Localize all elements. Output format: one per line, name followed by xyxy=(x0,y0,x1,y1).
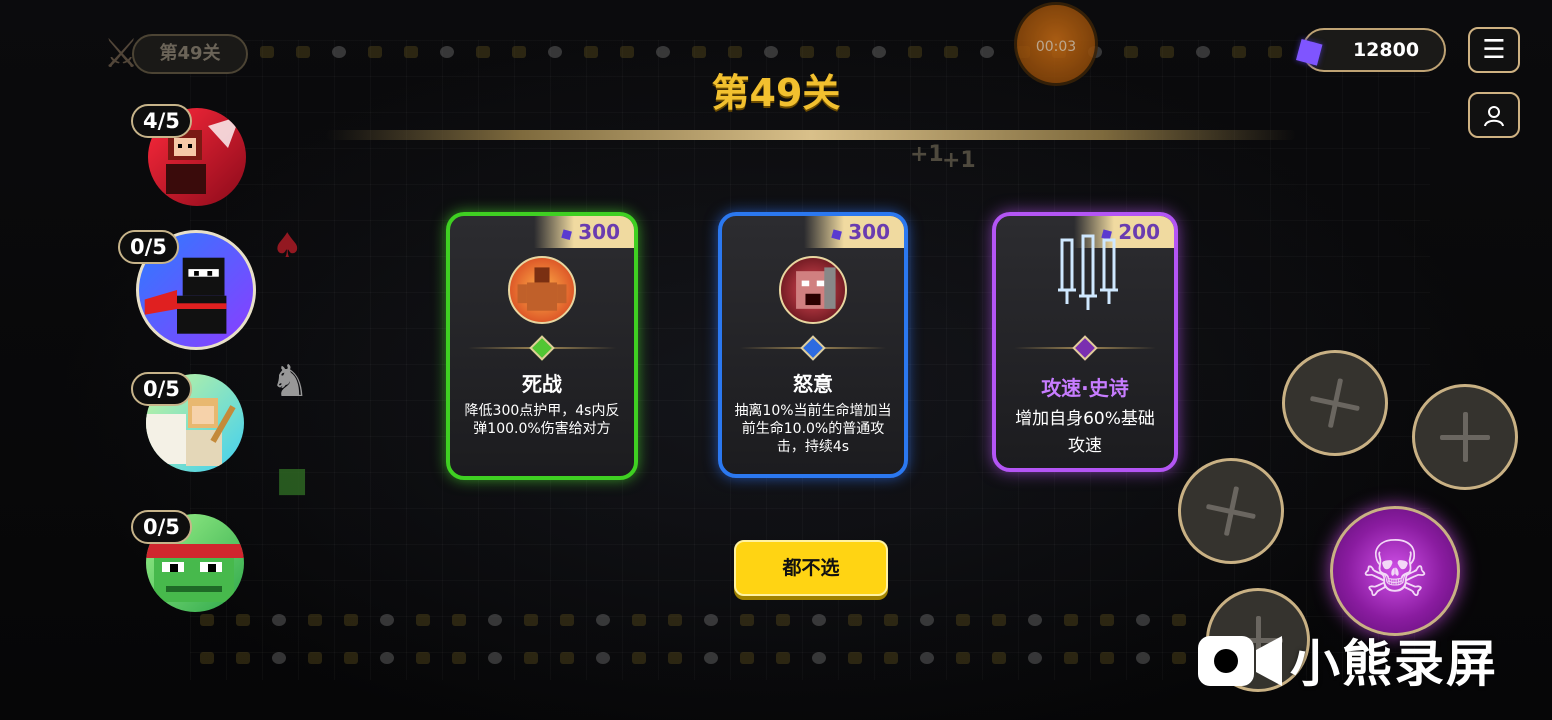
card-cost-value: 300 xyxy=(578,220,620,244)
recorder-watermark: 小熊录屏 xyxy=(1196,620,1516,700)
rarity-diamond-icon xyxy=(1072,335,1098,361)
hero-count-frog: 0/5 xyxy=(131,510,192,544)
skill-slot-2[interactable] xyxy=(1412,384,1518,490)
timer: 00:03 xyxy=(1014,2,1098,86)
card-cost-value: 200 xyxy=(1118,220,1160,244)
skill-card-2[interactable]: ◆ 300 怒意 抽离10%当前生命增加当前生命10.0%的普通攻击，持续4s xyxy=(718,212,908,478)
skip-button[interactable]: 都不选 xyxy=(734,540,888,596)
rarity-diamond-icon xyxy=(529,335,555,361)
rage-face-icon xyxy=(779,256,847,324)
profile-button[interactable] xyxy=(1468,92,1520,138)
video-camera-icon xyxy=(1198,636,1282,686)
stage-title: 第49关 xyxy=(711,71,841,115)
ultimate-skull-button[interactable]: ☠ xyxy=(1330,506,1460,636)
gem-icon: ◆ xyxy=(825,222,846,245)
board-decoration-bottom xyxy=(200,614,1200,628)
hero-count-angel: 0/5 xyxy=(131,372,192,406)
gem-icon: ◆ xyxy=(555,222,576,245)
currency-display: 12800 ◆ xyxy=(1283,22,1446,78)
floating-text: +1 xyxy=(942,148,976,173)
skill-card-1[interactable]: ◆ 300 死战 降低300点护甲，4s内反弹100.0%伤害给对方 xyxy=(446,212,638,480)
red-hood-unit-icon: ♠ xyxy=(272,226,303,266)
level-badge: ⚔ 第49关 xyxy=(92,28,256,77)
skill-description: 抽离10%当前生命增加当前生命10.0%的普通攻击，持续4s xyxy=(734,403,892,455)
card-cost: ◆ 300 xyxy=(534,216,634,248)
board-decoration-top xyxy=(260,46,1400,60)
board-decoration-bottom-2 xyxy=(200,652,1200,666)
hero-count-red-hood: 4/5 xyxy=(131,104,192,138)
title-divider xyxy=(326,130,1296,140)
skull-icon: ☠ xyxy=(1360,525,1430,615)
card-cost-value: 300 xyxy=(848,220,890,244)
menu-icon: ☰ xyxy=(1482,35,1506,65)
hero-count-ninja: 0/5 xyxy=(118,230,179,264)
triple-sword-icon xyxy=(1058,234,1118,310)
skill-name: 攻速·史诗 xyxy=(1041,376,1129,400)
level-badge-label: 第49关 xyxy=(132,34,248,74)
floating-text: +1 xyxy=(910,142,944,167)
watermark-text: 小熊录屏 xyxy=(1290,635,1498,693)
frog-unit-icon: ■ xyxy=(276,460,309,500)
muscle-man-icon xyxy=(508,256,576,324)
menu-button[interactable]: ☰ xyxy=(1468,27,1520,73)
profile-icon xyxy=(1484,106,1504,127)
skill-description: 降低300点护甲，4s内反弹100.0%伤害给对方 xyxy=(464,403,620,437)
card-cost: ◆ 300 xyxy=(804,216,904,248)
skill-name: 死战 xyxy=(522,372,562,396)
skill-card-3[interactable]: ◆ 200 攻速·史诗 增加自身60%基础攻速 xyxy=(992,212,1178,472)
angel-unit-icon: ♞ xyxy=(270,356,310,407)
rarity-diamond-icon xyxy=(800,335,826,361)
skill-name: 怒意 xyxy=(793,372,833,396)
skill-description: 增加自身60%基础攻速 xyxy=(1015,409,1155,456)
